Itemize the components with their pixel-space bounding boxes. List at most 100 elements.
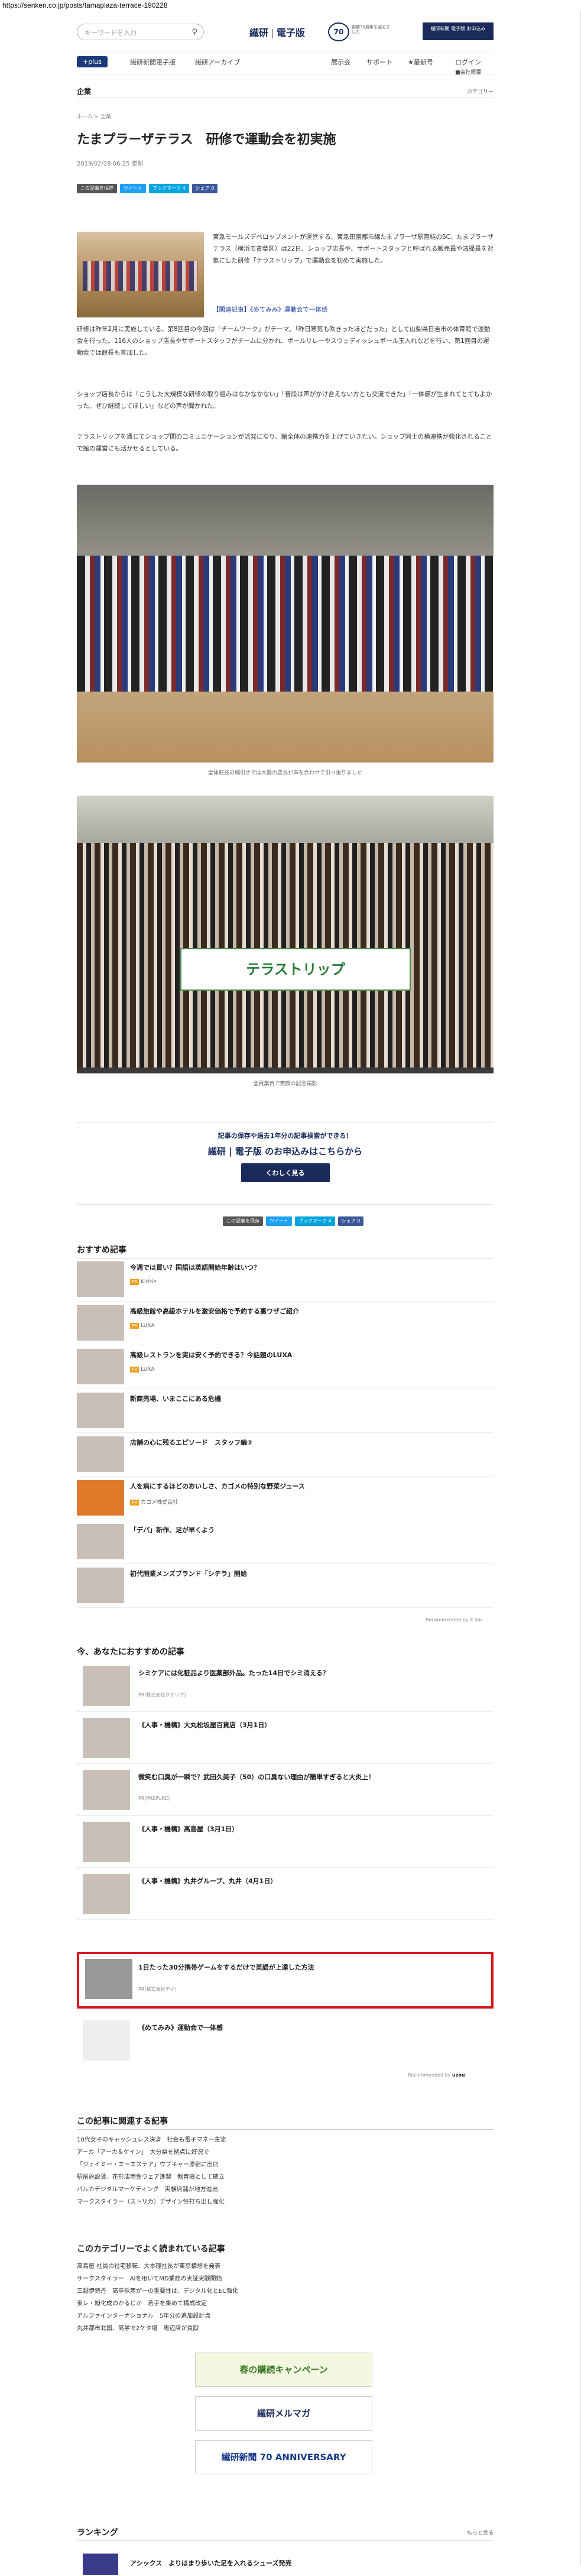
category-link[interactable]: 三越伊勢丹 高卒採用が一の重要性は、デジタル化とEC強化 <box>77 2285 296 2298</box>
nav-item-support[interactable]: サポート <box>366 57 392 67</box>
group-photo: テラストリップ <box>77 796 494 1073</box>
mail-magazine-banner[interactable]: 繊研メルマガ <box>195 2396 372 2431</box>
hatena-bookmark-button[interactable]: ブックマーク 4 <box>295 1216 335 1226</box>
photo-caption-1: 全体競技の綱引きでは大勢の店長が声を合わせて引っ張りました <box>207 770 362 776</box>
article-paragraph-4: テラストリップを通じてショップ間のコミュニケーションが活発になり、館全体の連携力… <box>77 433 492 452</box>
list-item[interactable]: 高級旅館や高級ホテルを激安価格で予約する裏ワザご紹介 PR LUXA <box>77 1302 494 1345</box>
tweet-button[interactable]: ツイート <box>120 184 146 193</box>
anniversary-banner[interactable]: 繊研新聞 70 ANNIVERSARY <box>195 2440 372 2474</box>
item-title: 「デパ」新作、足が早くよう <box>130 1526 215 1534</box>
nav-item-login[interactable]: ログイン <box>455 57 481 67</box>
nav-item-company[interactable]: ■会社概要 <box>455 68 482 76</box>
share-bar-top: この記事を保存 ツイート ブックマーク 4 シェア 0 <box>77 184 218 193</box>
list-item[interactable]: 「デパ」新作、足が早くよう <box>77 1520 494 1564</box>
article-paragraph-1: 東急モールズデベロップメントが運営する、東急田園都市線たまプラーザ駅直結のSC、… <box>213 233 494 264</box>
ranking-title: ランキング <box>77 2528 118 2538</box>
item-title: 初代開業メンズブランド「シテラ」開始 <box>130 1570 247 1578</box>
item-thumbnail <box>83 1718 130 1758</box>
list-item[interactable]: 高級レストランを実は安く予約できる？今話題のLUXA PR LUXA <box>77 1345 494 1389</box>
related-link[interactable]: バルカデジタルマーケティング 実験店舗が地方進出 <box>77 2184 296 2196</box>
category-list: 高島屋 社員の社宅移転、大本理社長が東京構想を発表 サークスタイラー AIを用い… <box>77 2260 296 2335</box>
search-input[interactable]: キーワードを入力 ⚲ <box>77 24 204 40</box>
spring-campaign-banner[interactable]: 春の購読キャンペーン <box>195 2353 372 2387</box>
list-item[interactable]: 今週では買い？国語は英語開始年齢はいつ？ PR Kidsie <box>77 1258 494 1302</box>
list-item[interactable]: 微笑む口臭が一瞬で？武田久美子（50）の口臭ない理由が簡単すぎると大炎上！ PR(… <box>77 1764 494 1816</box>
list-item[interactable]: 《人事・機構》大丸松坂屋百貨店（3月1日） <box>77 1712 494 1764</box>
tweet-button[interactable]: ツイート <box>266 1216 292 1226</box>
recommended-by-label: Recommended by <box>408 2072 451 2078</box>
article-date: 2019/02/28 06:25 更新 <box>77 161 144 167</box>
item-pr: PR Kidsie <box>130 1279 157 1285</box>
category-link[interactable]: 高島屋 社員の社宅移転、大本理社長が東京構想を発表 <box>77 2260 296 2273</box>
save-article-button[interactable]: この記事を保存 <box>77 184 117 193</box>
list-item[interactable]: 店舗の心に残るエピソード スタッフ編② <box>77 1433 494 1477</box>
related-link[interactable]: 駅前施設賃、花形店雨性ウェア進製 教育機として確立 <box>77 2171 296 2184</box>
category-link[interactable]: アルファインターナショナル 5年分の追加設計点 <box>77 2310 296 2322</box>
item-thumbnail <box>83 1874 130 1914</box>
list-item[interactable]: 《人事・機構》高島屋（3月1日） <box>77 1816 494 1868</box>
logo-main: 繊研 <box>249 27 269 38</box>
promo-details-button[interactable]: くわしく見る <box>241 1163 330 1182</box>
nav-item-archive[interactable]: 繊研アーカイブ <box>195 57 240 67</box>
item-sponsor: カゴメ株式会社 <box>141 1500 178 1506</box>
nav-item-latest[interactable]: ★最新号 <box>408 57 433 67</box>
related-link[interactable]: 「ジェイミー・エーエステア」ウブキャー原宿に出店 <box>77 2159 296 2171</box>
site-logo[interactable]: 繊研 | 電子版 <box>249 25 305 39</box>
hatena-bookmark-button[interactable]: ブックマーク 4 <box>149 184 189 193</box>
recommended-by[interactable]: Recommended by uzou <box>408 2072 465 2078</box>
anniversary-badge: 70 <box>328 22 349 41</box>
subscribe-button[interactable]: 繊研新聞 電子版 お申込み <box>423 22 494 40</box>
highlighted-list-item[interactable]: 1日たった30分携帯ゲームをするだけで英語が上達した方法 PR(株式会社デイ) <box>77 1952 494 2009</box>
item-thumbnail <box>83 1822 130 1862</box>
article-title: たまプラーザテラス 研修で運動会を初実施 <box>77 132 336 147</box>
photo-caption-2: 全員集合で笑顔の記念撮影 <box>253 1081 317 1087</box>
address-bar-url[interactable]: https://senken.co.jp/posts/tamaplaza-ter… <box>0 0 170 11</box>
related-link[interactable]: アーカ「アーカ＆ケイン」 大分県を拠点に好況で <box>77 2146 296 2159</box>
save-article-button[interactable]: この記事を保存 <box>223 1216 263 1226</box>
nav-item-digital[interactable]: 繊研新聞電子版 <box>130 57 176 67</box>
item-title: 人を病にするほどのおいしさ、カゴメの特別な野菜ジュース <box>130 1482 305 1490</box>
category-link[interactable]: サークスタイラー AIを用いてMD業務の実証実験開始 <box>77 2273 296 2285</box>
ranking-more-link[interactable]: もっと見る <box>467 2529 494 2536</box>
list-item[interactable]: 初代開業メンズブランド「シテラ」開始 <box>77 1564 494 1608</box>
recommended-heading: おすすめ記事 <box>77 1244 494 1258</box>
item-title: シミケアには化粧品より医薬部外品。たった14日でシミ消える？ <box>138 1669 329 1677</box>
breadcrumb[interactable]: ホーム > 企業 <box>77 112 111 120</box>
item-title: 高級旅館や高級ホテルを激安価格で予約する裏ワザご紹介 <box>130 1308 299 1315</box>
search-placeholder: キーワードを入力 <box>85 29 137 37</box>
article-paragraph-3: ショップ店長からは「こうした大規模な研修の取り組みはなかなかない」「普段は声がか… <box>77 391 492 410</box>
related-link[interactable]: 10代女子のキャッシュレス決済 社会も電子マネー主流 <box>77 2134 296 2146</box>
category-link[interactable]: 丸井都市北国、高学で2ケタ増 周辺店が貢献 <box>77 2322 296 2335</box>
item-pr: PR LUXA <box>130 1323 155 1329</box>
list-item[interactable]: 新商売場、いまここにある危機 <box>77 1389 494 1433</box>
item-pr: PR カゴメ株式会社 <box>130 1498 178 1506</box>
category-dropdown[interactable]: カテゴリー <box>467 87 494 95</box>
related-article-link[interactable]: 【関連記事】《めてみみ》運動会で一体感 <box>213 304 494 316</box>
nav-item-exhibition[interactable]: 展示会 <box>331 57 350 67</box>
facebook-share-button[interactable]: シェア 0 <box>337 1216 364 1226</box>
nav-plus[interactable]: +plus <box>77 56 108 67</box>
item-title: アシックス よりはまり歩いた足を入れるシューズ発売 <box>130 2559 292 2567</box>
article-paragraph-2: 研修は昨年2月に実施している。第8回目の今回は「チームワーク」がテーマ。「昨日寒… <box>77 326 491 356</box>
item-thumbnail <box>83 2020 130 2061</box>
category-link[interactable]: 東レ・旭化成のかるじか 若手を集めて構成改定 <box>77 2298 296 2310</box>
item-pr: PR LUXA <box>130 1367 155 1373</box>
search-icon[interactable]: ⚲ <box>191 28 197 37</box>
list-item[interactable]: 《人事・機構》丸井グループ、丸井（4月1日） <box>77 1868 494 1920</box>
share-bar-bottom: この記事を保存 ツイート ブックマーク 4 シェア 0 <box>223 1216 364 1226</box>
list-item[interactable]: シミケアには化粧品より医薬部外品。たった14日でシミ消える？ PR(株式会社クオリ… <box>77 1660 494 1712</box>
item-title: 新商売場、いまここにある危機 <box>130 1395 221 1403</box>
item-title: 微笑む口臭が一瞬で？武田久美子（50）の口臭ない理由が簡単すぎると大炎上！ <box>138 1773 375 1781</box>
item-thumbnail <box>77 1261 124 1297</box>
facebook-share-button[interactable]: シェア 0 <box>191 184 218 193</box>
item-thumbnail <box>77 1393 124 1428</box>
hatena-count: 4 <box>182 186 186 191</box>
recommended-by[interactable]: Recommended by X-lab <box>426 1617 482 1623</box>
ranking-item[interactable]: アシックス よりはまり歩いた足を入れるシューズ発売 <box>77 2552 494 2576</box>
list-item[interactable]: 人を病にするほどのおいしさ、カゴメの特別な野菜ジュース PR カゴメ株式会社 <box>77 1477 494 1520</box>
facebook-count: 0 <box>357 1218 361 1224</box>
related-link[interactable]: マークスタイラー（ストリカ）デザイン性打ち出し強化 <box>77 2196 296 2208</box>
item-pr: PR(株式会社クオリア） <box>138 1692 189 1698</box>
list-item[interactable]: 《めてみみ》運動会で一体感 <box>77 2014 494 2066</box>
item-thumbnail <box>77 1524 124 1559</box>
